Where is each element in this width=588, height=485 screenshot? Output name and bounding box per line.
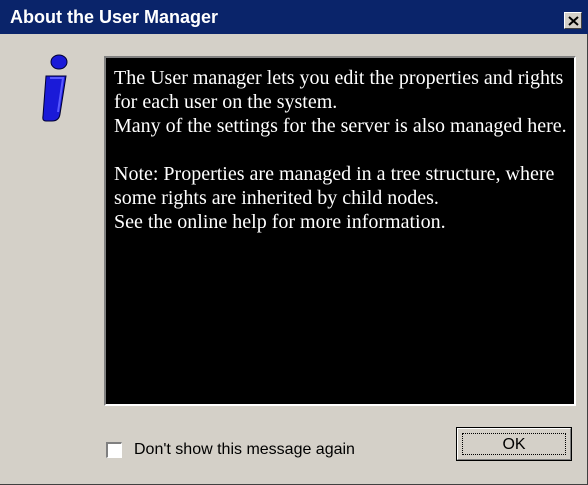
ok-button-label: OK <box>502 436 526 453</box>
title-bar[interactable]: About the User Manager <box>0 0 588 34</box>
dialog-title: About the User Manager <box>10 7 219 27</box>
close-button[interactable] <box>564 12 582 29</box>
dont-show-again-checkbox[interactable] <box>106 442 122 458</box>
ok-button[interactable]: OK <box>456 427 572 461</box>
info-icon <box>42 54 68 122</box>
message-panel: The User manager lets you edit the prope… <box>104 56 576 406</box>
message-text: The User manager lets you edit the prope… <box>114 66 570 234</box>
about-dialog: About the User Manager The User manager … <box>0 0 588 485</box>
message-line: Many of the settings for the server is a… <box>114 115 567 137</box>
message-line: Note: Properties are managed in a tree s… <box>114 163 555 209</box>
message-line: The User manager lets you edit the prope… <box>114 67 564 113</box>
dont-show-again-label[interactable]: Don't show this message again <box>134 440 355 460</box>
close-icon <box>568 16 579 26</box>
message-line: See the online help for more information… <box>114 211 446 233</box>
